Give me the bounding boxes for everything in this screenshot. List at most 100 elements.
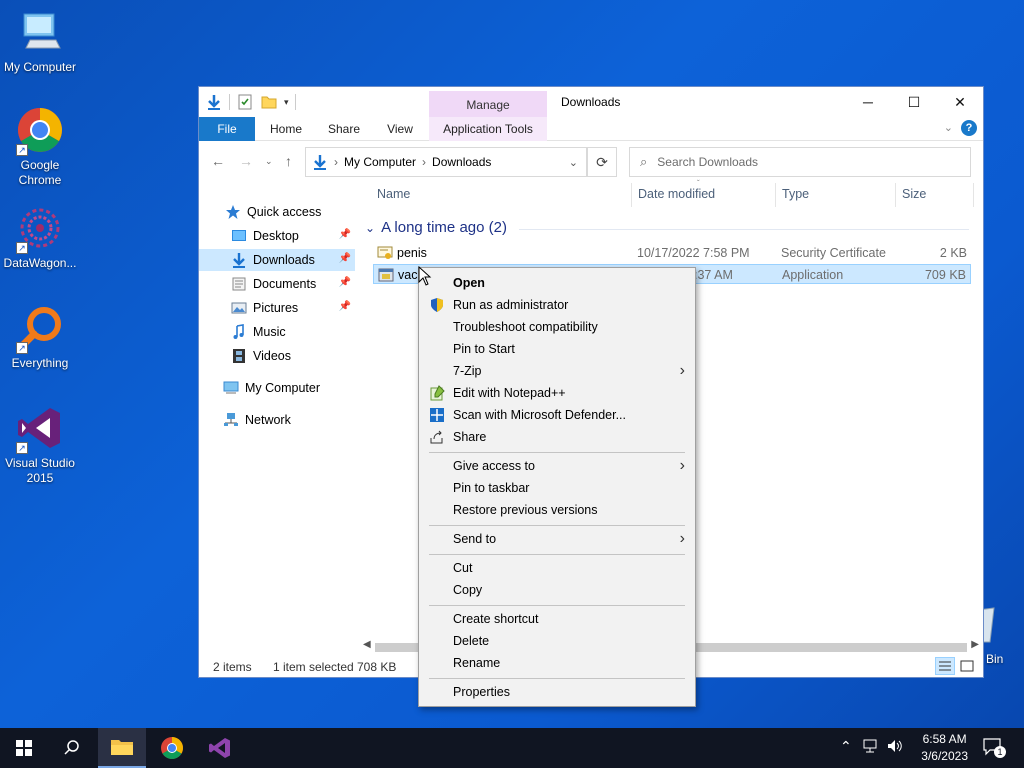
action-center-button[interactable]: 1 — [982, 736, 1006, 758]
menu-item-restore-versions[interactable]: Restore previous versions — [419, 499, 695, 521]
folder-icon — [111, 740, 133, 755]
back-arrow-icon[interactable]: ← — [211, 153, 225, 169]
menu-separator — [429, 605, 685, 606]
pin-icon[interactable]: 📌 — [339, 229, 351, 240]
tab-manage[interactable]: Manage — [429, 91, 547, 117]
taskbar-chrome[interactable] — [148, 728, 196, 768]
nav-item-desktop[interactable]: Desktop 📌 — [199, 225, 355, 247]
column-divider[interactable] — [631, 183, 632, 207]
volume-icon[interactable] — [886, 738, 904, 757]
maximize-button[interactable]: ☐ — [891, 87, 937, 117]
help-icon[interactable]: ? — [961, 120, 977, 136]
nav-label: Videos — [253, 349, 291, 363]
taskbar-file-explorer[interactable] — [98, 728, 146, 768]
breadcrumb-my-computer[interactable]: My Computer — [344, 155, 416, 169]
start-button[interactable] — [0, 728, 48, 768]
tab-file[interactable]: File — [199, 117, 255, 141]
minimize-button[interactable]: ─ — [845, 87, 891, 117]
menu-item-give-access[interactable]: Give access to › — [419, 455, 695, 477]
refresh-button[interactable]: ⟳ — [587, 147, 617, 177]
address-bar[interactable]: › My Computer › Downloads ⌄ — [305, 147, 587, 177]
menu-item-pin-to-start[interactable]: Pin to Start — [419, 338, 695, 360]
desktop-icon-visual-studio[interactable]: ↗ Visual Studio 2015 — [0, 404, 80, 486]
menu-item-rename[interactable]: Rename — [419, 652, 695, 674]
menu-item-open[interactable]: Open — [419, 272, 695, 294]
show-hidden-icons-icon[interactable]: ⌃ — [840, 738, 852, 755]
nav-item-downloads[interactable]: Downloads 📌 — [199, 249, 355, 271]
menu-item-7zip[interactable]: 7-Zip › — [419, 360, 695, 382]
taskbar-clock[interactable]: 6:58 AM 3/6/2023 — [921, 731, 968, 765]
tab-view[interactable]: View — [375, 117, 425, 141]
column-header-type[interactable]: Type — [782, 187, 809, 201]
column-divider[interactable] — [973, 183, 974, 207]
menu-item-troubleshoot[interactable]: Troubleshoot compatibility — [419, 316, 695, 338]
nav-quick-access[interactable]: Quick access — [199, 201, 355, 223]
up-arrow-icon[interactable]: ↑ — [285, 153, 292, 169]
close-button[interactable]: ✕ — [937, 87, 983, 117]
pin-icon[interactable]: 📌 — [339, 301, 351, 312]
taskbar-visual-studio[interactable] — [196, 728, 244, 768]
expand-ribbon-icon[interactable]: ⌄ — [944, 121, 953, 134]
nav-item-my-computer[interactable]: My Computer — [199, 377, 355, 399]
column-divider[interactable] — [895, 183, 896, 207]
nav-item-pictures[interactable]: Pictures 📌 — [199, 297, 355, 319]
menu-item-send-to[interactable]: Send to › — [419, 528, 695, 550]
new-folder-icon[interactable] — [260, 93, 278, 111]
desktop-icon-chrome[interactable]: ↗ Google Chrome — [0, 106, 80, 188]
breadcrumb-downloads[interactable]: Downloads — [432, 155, 491, 169]
search-input[interactable]: ⌕ Search Downloads — [629, 147, 971, 177]
scroll-left-icon[interactable]: ◀ — [363, 639, 371, 650]
chevron-down-icon: ⌄ — [365, 220, 376, 235]
nav-item-videos[interactable]: Videos — [199, 345, 355, 367]
column-header-size[interactable]: Size — [902, 187, 926, 201]
desktop-icon-label: DataWagon... — [3, 256, 77, 270]
chrome-icon — [161, 737, 183, 759]
pin-icon[interactable]: 📌 — [339, 253, 351, 264]
menu-item-create-shortcut[interactable]: Create shortcut — [419, 608, 695, 630]
address-dropdown-icon[interactable]: ⌄ — [569, 156, 578, 169]
recycle-bin-label: Bin — [986, 652, 1004, 666]
menu-item-label: Give access to — [453, 459, 535, 473]
column-header-date[interactable]: Date modified — [638, 187, 715, 201]
forward-arrow-icon[interactable]: → — [239, 153, 253, 169]
menu-item-cut[interactable]: Cut — [419, 557, 695, 579]
file-size: 709 KB — [924, 268, 966, 282]
nav-label: My Computer — [245, 381, 321, 395]
file-type: Application — [782, 268, 844, 282]
nav-item-documents[interactable]: Documents 📌 — [199, 273, 355, 295]
menu-separator — [429, 452, 685, 453]
recent-locations-icon[interactable]: ⌄ — [265, 156, 273, 167]
properties-check-icon[interactable] — [236, 93, 254, 111]
desktop-icon-my-computer[interactable]: My Computer — [0, 8, 80, 75]
context-menu: Open Run as administrator Troubleshoot c… — [418, 267, 696, 707]
menu-item-delete[interactable]: Delete — [419, 630, 695, 652]
shortcut-arrow-icon: ↗ — [16, 144, 28, 156]
tab-share[interactable]: Share — [319, 117, 369, 141]
desktop-icon-everything[interactable]: ↗ Everything — [0, 304, 80, 371]
desktop-icon-datawagon[interactable]: ↗ DataWagon... — [0, 204, 80, 271]
network-icon[interactable] — [862, 738, 880, 757]
details-view-button[interactable] — [935, 657, 955, 675]
column-divider[interactable] — [775, 183, 776, 207]
large-icons-view-button[interactable] — [957, 657, 977, 675]
taskbar-search-button[interactable] — [48, 728, 96, 768]
customize-qat-icon[interactable]: ▾ — [284, 97, 289, 108]
group-header[interactable]: ⌄ A long time ago (2) — [365, 219, 507, 236]
menu-item-scan-defender[interactable]: Scan with Microsoft Defender... — [419, 404, 695, 426]
menu-item-properties[interactable]: Properties — [419, 681, 695, 703]
tab-home[interactable]: Home — [261, 117, 311, 141]
nav-item-music[interactable]: Music — [199, 321, 355, 343]
menu-item-run-as-admin[interactable]: Run as administrator — [419, 294, 695, 316]
column-header-name[interactable]: Name — [377, 187, 410, 201]
scroll-right-icon[interactable]: ▶ — [971, 639, 979, 650]
search-icon — [64, 740, 79, 755]
download-arrow-icon[interactable] — [205, 93, 223, 111]
tab-application-tools[interactable]: Application Tools — [429, 117, 547, 141]
pin-icon[interactable]: 📌 — [339, 277, 351, 288]
menu-item-edit-notepadpp[interactable]: Edit with Notepad++ — [419, 382, 695, 404]
menu-item-share[interactable]: Share — [419, 426, 695, 448]
menu-item-copy[interactable]: Copy — [419, 579, 695, 601]
menu-item-pin-taskbar[interactable]: Pin to taskbar — [419, 477, 695, 499]
file-row-certificate[interactable]: penis 10/17/2022 7:58 PM Security Certif… — [373, 243, 971, 263]
nav-item-network[interactable]: Network — [199, 409, 355, 431]
